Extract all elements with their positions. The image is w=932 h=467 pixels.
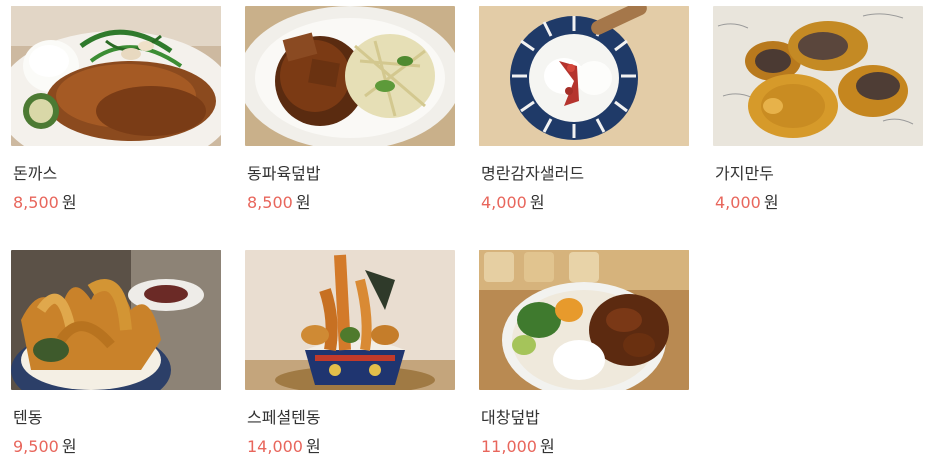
daechang-rice-bowl-photo[interactable]	[479, 250, 689, 390]
tendon-photo[interactable]	[11, 250, 221, 390]
price-amount: 14,000	[247, 437, 303, 456]
menu-item-name: 가지만두	[715, 164, 774, 183]
menu-item-name: 텐동	[13, 408, 43, 427]
menu-item-price: 4,000 원	[481, 189, 545, 213]
price-unit: 원	[529, 193, 545, 212]
price-amount: 8,500	[13, 193, 59, 212]
menu-item-price: 4,000 원	[715, 189, 779, 213]
tonkatsu-photo[interactable]	[11, 6, 221, 146]
menu-card[interactable]: 돈까스 8,500 원	[11, 6, 221, 212]
price-amount: 8,500	[247, 193, 293, 212]
price-unit: 원	[763, 193, 779, 212]
menu-item-price: 11,000 원	[481, 433, 555, 457]
price-unit: 원	[295, 193, 311, 212]
price-amount: 11,000	[481, 437, 537, 456]
price-unit: 원	[539, 437, 555, 456]
menu-card[interactable]: 가지만두 4,000 원	[713, 6, 923, 212]
price-amount: 9,500	[13, 437, 59, 456]
menu-item-price: 8,500 원	[13, 189, 77, 213]
eggplant-dumpling-photo[interactable]	[713, 6, 923, 146]
menu-item-price: 14,000 원	[247, 433, 321, 457]
menu-card[interactable]: 동파육덮밥 8,500 원	[245, 6, 455, 212]
price-unit: 원	[305, 437, 321, 456]
menu-item-name: 명란감자샐러드	[481, 164, 585, 183]
price-unit: 원	[61, 193, 77, 212]
menu-item-price: 8,500 원	[247, 189, 311, 213]
dongpayuk-rice-bowl-photo[interactable]	[245, 6, 455, 146]
menu-item-name: 대창덮밥	[481, 408, 540, 427]
price-unit: 원	[61, 437, 77, 456]
menu-card[interactable]: 대창덮밥 11,000 원	[479, 250, 689, 456]
menu-grid: 돈까스 8,500 원 동파육덮밥 8,500 원 명란감자샐러드 4,000 …	[0, 0, 932, 467]
menu-item-price: 9,500 원	[13, 433, 77, 457]
menu-item-name: 돈까스	[13, 164, 58, 183]
menu-card[interactable]: 명란감자샐러드 4,000 원	[479, 6, 689, 212]
price-amount: 4,000	[481, 193, 527, 212]
menu-item-name: 스페셜텐동	[247, 408, 321, 427]
price-amount: 4,000	[715, 193, 761, 212]
special-tendon-photo[interactable]	[245, 250, 455, 390]
menu-item-name: 동파육덮밥	[247, 164, 321, 183]
menu-card[interactable]: 텐동 9,500 원	[11, 250, 221, 456]
menu-card[interactable]: 스페셜텐동 14,000 원	[245, 250, 455, 456]
mentaiko-potato-salad-photo[interactable]	[479, 6, 689, 146]
